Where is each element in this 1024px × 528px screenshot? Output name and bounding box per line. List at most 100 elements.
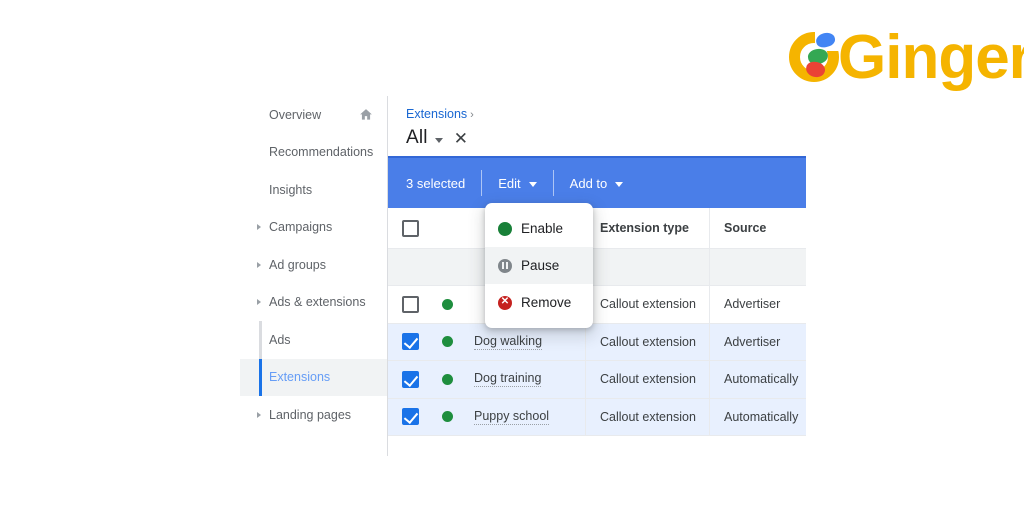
expand-arrow-icon[interactable] [257, 299, 261, 306]
breadcrumb[interactable]: Extensions › [388, 96, 806, 121]
sidebar-item-label: Ads & extensions [269, 295, 366, 310]
row-type-cell: Callout extension [586, 286, 710, 323]
table-row[interactable]: Puppy school Callout extension Automatical… [388, 398, 806, 436]
sidebar-item-label: Overview [269, 107, 322, 122]
row-select-cell[interactable] [388, 295, 432, 313]
row-type-cell: Callout extension [586, 323, 710, 360]
sidebar-item-ad-groups[interactable]: Ad groups [240, 246, 387, 284]
sidebar-item-landing-pages[interactable]: Landing pages [240, 396, 387, 434]
extension-name-link[interactable]: Dog walking [474, 334, 543, 350]
table-row[interactable]: Dog walking Callout extension Advertiser [388, 323, 806, 361]
extension-type-header[interactable]: Extension type [586, 208, 710, 248]
table-summary-row: Accoun [388, 249, 806, 286]
extensions-panel: Extensions › All ✕ 3 selected Edit Add to [388, 96, 806, 456]
edit-label: Edit [498, 175, 521, 191]
row-type-cell: Callout extension [586, 398, 710, 435]
menu-item-enable[interactable]: Enable [485, 210, 593, 247]
sidebar-item-overview[interactable]: Overview [240, 96, 387, 134]
row-source-cell: Automatically [724, 409, 799, 424]
row-status-cell [432, 336, 462, 348]
sidebar-item-insights[interactable]: Insights [240, 171, 387, 209]
breadcrumb-chevron-icon: › [470, 109, 474, 121]
x-glyph: ✕ [500, 296, 510, 307]
row-source-cell: Advertiser [724, 334, 781, 349]
status-enabled-icon [441, 336, 453, 348]
row-status-cell [432, 411, 462, 423]
sidebar-item-extensions[interactable]: Extensions [240, 358, 387, 396]
menu-item-label: Enable [521, 221, 564, 236]
chevron-down-icon[interactable] [434, 137, 443, 143]
edit-dropdown-button[interactable]: Edit [482, 171, 552, 195]
sidebar-item-label: Recommendations [269, 145, 374, 160]
sidebar-item-label: Campaigns [269, 220, 333, 235]
menu-item-label: Pause [521, 258, 560, 273]
row-checkbox[interactable] [401, 333, 419, 351]
add-to-dropdown-button[interactable]: Add to [554, 171, 640, 195]
selected-count: 3 selected [388, 171, 481, 195]
row-select-cell[interactable] [388, 370, 432, 388]
menu-item-remove[interactable]: ✕ Remove [485, 284, 593, 321]
row-select-cell[interactable] [388, 333, 432, 351]
sidebar-item-label: Landing pages [269, 407, 352, 422]
select-all-checkbox[interactable] [401, 219, 419, 237]
close-icon[interactable]: ✕ [454, 130, 468, 147]
chevron-down-icon [615, 182, 624, 187]
extension-name-link[interactable]: Dog training [474, 371, 542, 388]
add-to-label: Add to [569, 175, 608, 191]
row-name-cell[interactable]: Dog walking [462, 323, 586, 360]
row-type-cell: Callout extension [586, 361, 710, 398]
sidebar-item-campaigns[interactable]: Campaigns [240, 209, 387, 247]
extension-name-link[interactable]: Puppy school [474, 409, 550, 425]
row-checkbox[interactable] [401, 408, 419, 426]
pause-circle-icon [498, 258, 512, 273]
enable-circle-icon [498, 221, 512, 236]
status-enabled-icon [441, 373, 453, 385]
expand-arrow-icon[interactable] [257, 411, 261, 418]
sidebar-nav: Overview Recommendations Insights Campaigns… [240, 96, 388, 456]
extensions-table: Extension typeSourceAccounCallout extens… [388, 208, 806, 436]
row-status-cell [432, 373, 462, 385]
table-row[interactable]: Callout extension Advertiser [388, 286, 806, 324]
sidebar-item-ads-extensions[interactable]: Ads & extensions [240, 284, 387, 322]
row-source-cell: Advertiser [724, 297, 781, 312]
row-name-cell[interactable]: Puppy school [462, 398, 586, 435]
selected-count-label: 3 selected [406, 175, 466, 191]
remove-circle-icon: ✕ [498, 295, 512, 310]
sidebar-item-recommendations[interactable]: Recommendations [240, 134, 387, 172]
status-enabled-icon [441, 411, 453, 423]
screenshot-canvas: Ginger Overview Recommendations Insights Ca… [0, 0, 1024, 528]
sidebar-item-label: Ad groups [269, 257, 326, 272]
sidebar-item-ads[interactable]: Ads [240, 321, 387, 359]
ginger-g-mark-icon [786, 29, 842, 85]
source-header[interactable]: Source [710, 208, 806, 248]
table-header-row: Extension type Source [388, 208, 806, 249]
chevron-down-icon [528, 182, 537, 187]
ginger-logo: Ginger [786, 23, 1024, 92]
table-row[interactable]: Dog training Callout extension Automatical… [388, 361, 806, 399]
summary-source-cell [710, 249, 806, 285]
bulk-action-bar: 3 selected Edit Add to [388, 156, 806, 208]
row-checkbox[interactable] [401, 295, 419, 313]
menu-item-pause[interactable]: Pause [485, 247, 593, 284]
row-name-cell[interactable]: Dog training [462, 361, 586, 398]
sidebar-item-label: Insights [269, 182, 313, 197]
filter-row: All ✕ [388, 121, 806, 151]
expand-arrow-icon[interactable] [257, 224, 261, 231]
sidebar-item-label: Ads [269, 332, 291, 347]
breadcrumb-extensions[interactable]: Extensions [406, 107, 467, 121]
status-enabled-icon [441, 298, 453, 310]
row-checkbox[interactable] [401, 370, 419, 388]
sidebar-item-label: Extensions [269, 370, 331, 385]
row-source-cell: Automatically [724, 372, 799, 387]
logo-blue-blob [814, 30, 837, 50]
home-icon[interactable] [359, 108, 373, 122]
row-status-cell [432, 298, 462, 310]
menu-item-label: Remove [521, 295, 572, 310]
filter-all-label[interactable]: All [406, 127, 428, 149]
select-all-cell[interactable] [388, 219, 432, 237]
edit-dropdown-menu: Enable Pause ✕ Remove [485, 203, 593, 328]
ginger-wordmark: Ginger [838, 23, 1024, 92]
row-select-cell[interactable] [388, 408, 432, 426]
expand-arrow-icon[interactable] [257, 261, 261, 268]
summary-type-cell [586, 249, 710, 285]
